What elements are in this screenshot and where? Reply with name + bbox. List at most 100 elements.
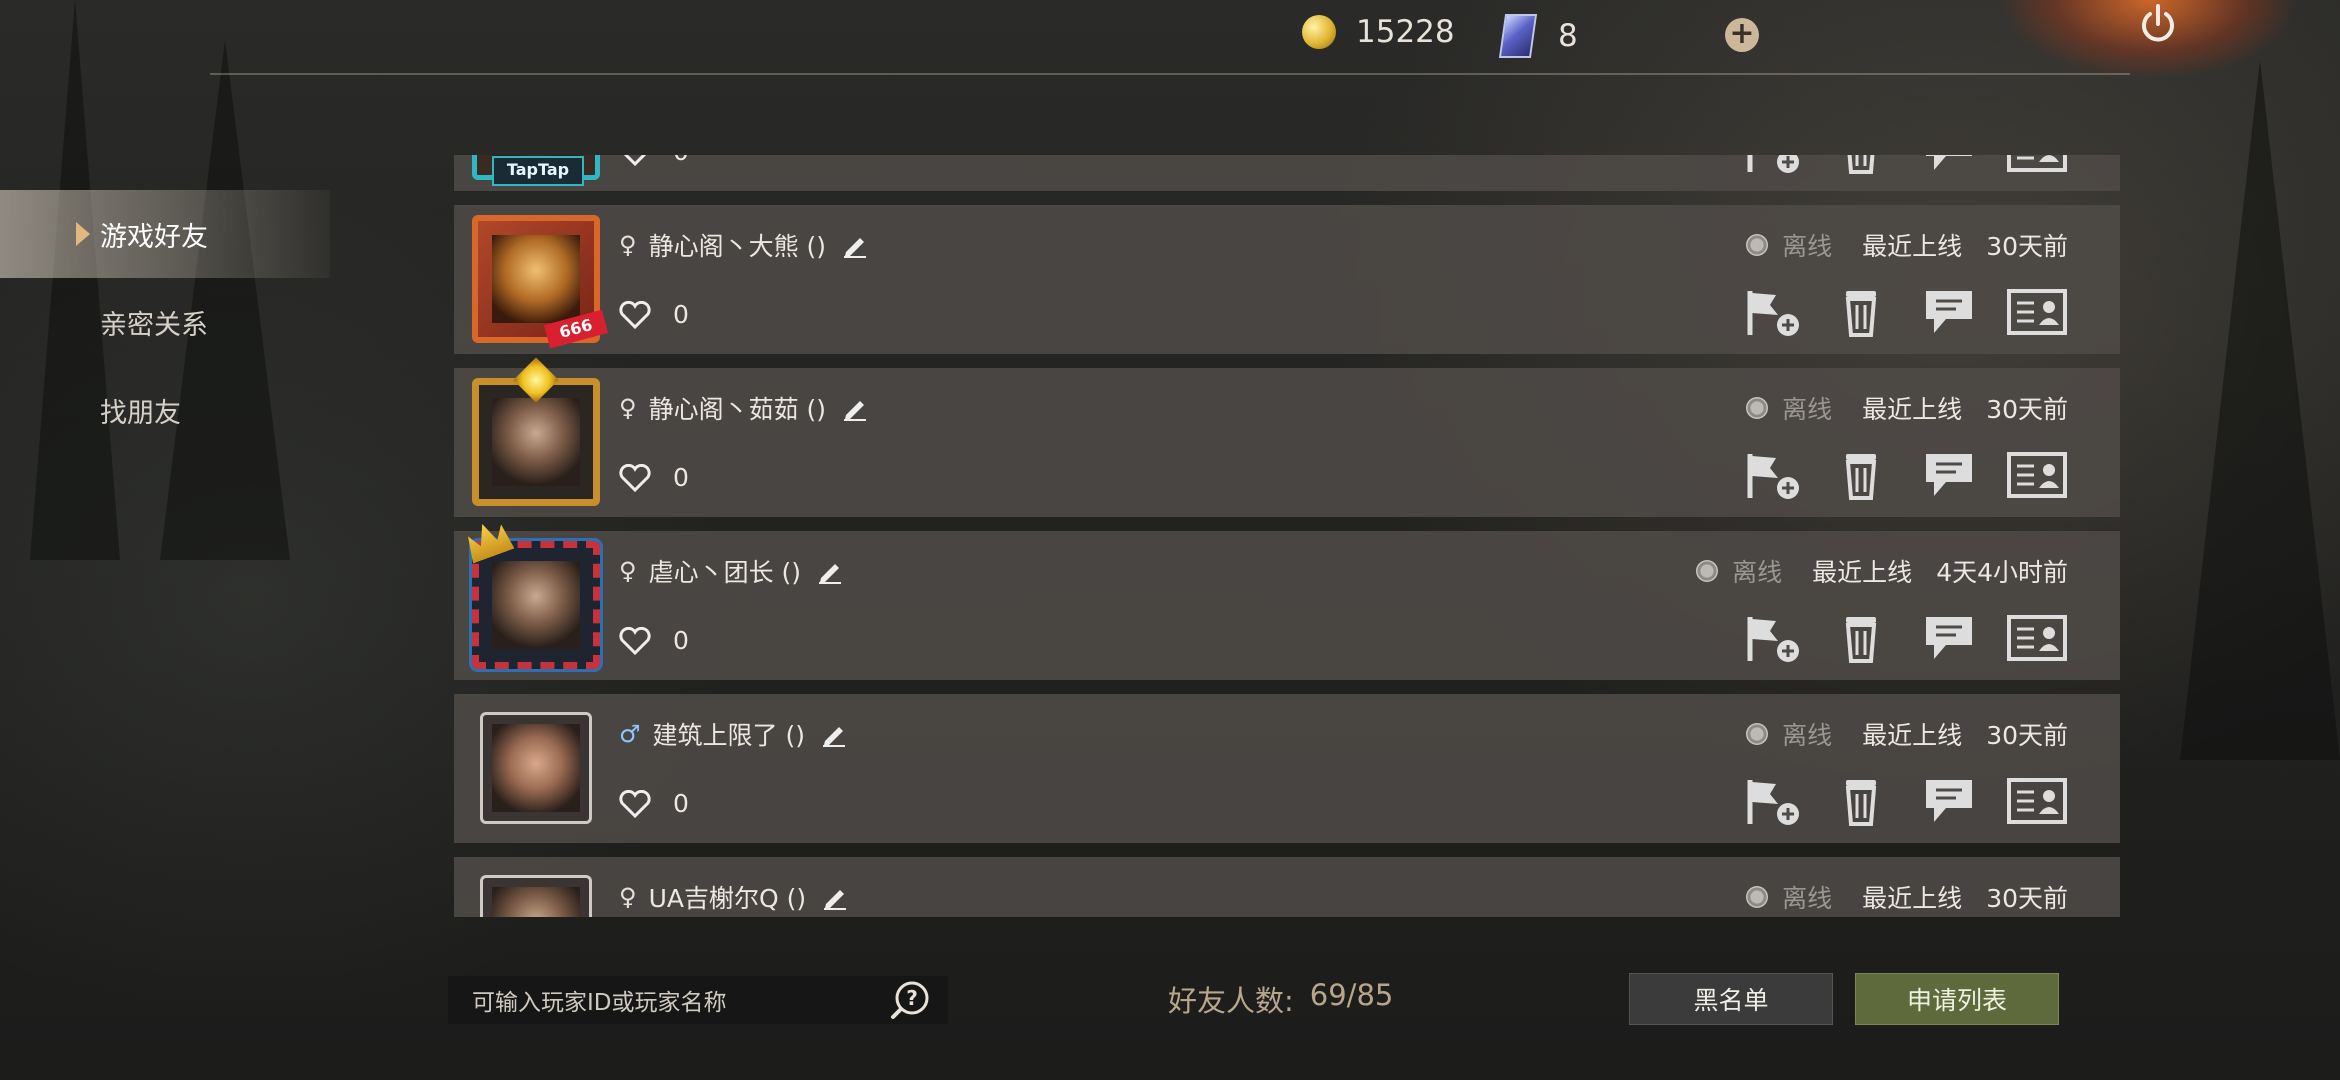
status-text: 离线 <box>1782 721 1833 750</box>
sidebar-item-intimacy[interactable]: 亲密关系 <box>0 278 330 366</box>
chat-icon <box>1926 291 1972 333</box>
trash-icon <box>1845 291 1877 337</box>
profile-card-button[interactable] <box>2006 285 2068 339</box>
help-search-icon[interactable]: ? <box>890 980 930 1020</box>
invite-team-button[interactable] <box>1742 448 1804 502</box>
sidebar-item-find-friends[interactable]: 找朋友 <box>0 366 330 454</box>
delete-friend-button[interactable] <box>1830 285 1892 339</box>
id-card-icon <box>2007 155 2067 172</box>
blacklist-button[interactable]: 黑名单 <box>1629 973 1833 1025</box>
chat-button[interactable] <box>1918 448 1980 502</box>
sidebar-item-label: 亲密关系 <box>100 309 208 341</box>
friend-name: 静心阁丶茹茹 () <box>648 395 827 424</box>
last-online-label: 最近上线 <box>1812 558 1913 587</box>
friend-row[interactable]: ♀ 静心阁丶茹茹 () 0 离线 最近上线 30天前 <box>454 357 2120 517</box>
invite-team-button[interactable] <box>1742 155 1804 176</box>
avatar[interactable]: TapTap <box>472 155 600 186</box>
friend-actions <box>1716 155 2068 176</box>
invite-team-button[interactable] <box>1742 774 1804 828</box>
last-online-time: 4天4小时前 <box>1936 558 2068 587</box>
avatar-face <box>492 724 580 812</box>
profile-card-button[interactable] <box>2006 611 2068 665</box>
avatar-face <box>492 887 580 917</box>
delete-friend-button[interactable] <box>1830 155 1892 176</box>
likes: 0 <box>619 789 689 818</box>
coin-counter: 15228 <box>1302 14 1455 50</box>
id-card-icon <box>2007 615 2067 661</box>
heart-icon[interactable] <box>619 463 651 492</box>
heart-icon[interactable] <box>619 789 651 818</box>
profile-card-button[interactable] <box>2006 448 2068 502</box>
avatar[interactable]: 666 <box>472 215 609 349</box>
plus-icon: + <box>1729 16 1755 51</box>
friend-list[interactable]: TapTap 0 666 ♀ 静心阁丶大熊 () 0 <box>452 155 2128 917</box>
profile-card-button[interactable] <box>2006 774 2068 828</box>
chat-button[interactable] <box>1918 155 1980 176</box>
add-currency-button[interactable]: + <box>1725 18 1759 52</box>
chat-icon <box>1926 454 1972 496</box>
friend-row[interactable]: 666 ♀ 静心阁丶大熊 () 0 离线 最近上线 30天前 <box>454 205 2120 354</box>
friend-row[interactable]: ♀ UA吉榭尔Q () 离线 最近上线 30天前 <box>454 857 2120 917</box>
chat-button[interactable] <box>1918 285 1980 339</box>
likes: 0 <box>619 626 689 655</box>
likes-count: 0 <box>673 789 689 818</box>
last-online-label: 最近上线 <box>1862 395 1963 424</box>
avatar[interactable] <box>472 541 603 672</box>
heart-icon[interactable] <box>619 626 651 655</box>
card-icon <box>1498 14 1538 58</box>
selected-arrow-icon <box>76 222 90 246</box>
edit-remark-icon[interactable] <box>821 721 847 747</box>
online-status: 离线 最近上线 30天前 <box>1746 390 2068 426</box>
friend-row[interactable]: TapTap 0 <box>454 155 2120 191</box>
last-online-time: 30天前 <box>1986 232 2068 261</box>
delete-friend-button[interactable] <box>1830 448 1892 502</box>
sidebar-item-label: 找朋友 <box>100 397 181 429</box>
power-icon <box>2142 4 2174 42</box>
profile-card-button[interactable] <box>2006 155 2068 176</box>
invite-team-button[interactable] <box>1742 611 1804 665</box>
invite-team-button[interactable] <box>1742 285 1804 339</box>
trash-icon <box>1845 780 1877 826</box>
chat-icon <box>1926 617 1972 659</box>
friend-name-line: ♀ 静心阁丶大熊 () <box>619 227 868 263</box>
friend-name-line: ♀ 静心阁丶茹茹 () <box>619 390 868 426</box>
coin-amount: 15228 <box>1356 14 1455 50</box>
online-status: 离线 最近上线 30天前 <box>1746 227 2068 263</box>
female-gender-icon: ♀ <box>619 394 637 422</box>
online-status: 离线 最近上线 4天4小时前 <box>1696 553 2068 589</box>
likes-count: 0 <box>673 300 689 329</box>
friend-row[interactable]: ♀ 虐心丶团长 () 0 离线 最近上线 4天4小时前 <box>454 531 2120 680</box>
sidebar-item-game-friends[interactable]: 游戏好友 <box>0 190 330 278</box>
trash-icon <box>1845 617 1877 663</box>
chat-button[interactable] <box>1918 774 1980 828</box>
edit-remark-icon[interactable] <box>842 232 868 258</box>
status-text: 离线 <box>1782 395 1833 424</box>
delete-friend-button[interactable] <box>1830 774 1892 828</box>
friend-row[interactable]: ♂ 建筑上限了 () 0 离线 最近上线 30天前 <box>454 694 2120 843</box>
last-online-label: 最近上线 <box>1862 721 1963 750</box>
edit-remark-icon[interactable] <box>817 558 843 584</box>
heart-icon[interactable] <box>619 300 651 329</box>
delete-friend-button[interactable] <box>1830 611 1892 665</box>
chat-button[interactable] <box>1918 611 1980 665</box>
avatar[interactable] <box>472 357 600 506</box>
avatar[interactable] <box>472 867 600 917</box>
status-text: 离线 <box>1782 884 1833 913</box>
friend-actions <box>1716 285 2068 339</box>
avatar[interactable] <box>472 704 600 832</box>
heart-icon <box>624 155 646 166</box>
edit-remark-icon[interactable] <box>842 395 868 421</box>
status-dot-icon <box>1746 234 1769 256</box>
power-button[interactable] <box>2135 2 2181 48</box>
player-search-field[interactable]: 可输入玩家ID或玩家名称 <box>448 976 948 1024</box>
friend-actions <box>1716 774 2068 828</box>
status-dot-icon <box>1746 397 1769 419</box>
friend-name-line: ♀ 虐心丶团长 () <box>619 553 843 589</box>
edit-remark-icon[interactable] <box>822 884 848 910</box>
likes: 0 <box>619 463 689 492</box>
online-status: 离线 最近上线 30天前 <box>1746 879 2068 915</box>
likes-count: 0 <box>673 155 689 166</box>
request-list-button[interactable]: 申请列表 <box>1855 973 2059 1025</box>
last-online-time: 30天前 <box>1986 884 2068 913</box>
id-card-icon <box>2007 289 2067 335</box>
